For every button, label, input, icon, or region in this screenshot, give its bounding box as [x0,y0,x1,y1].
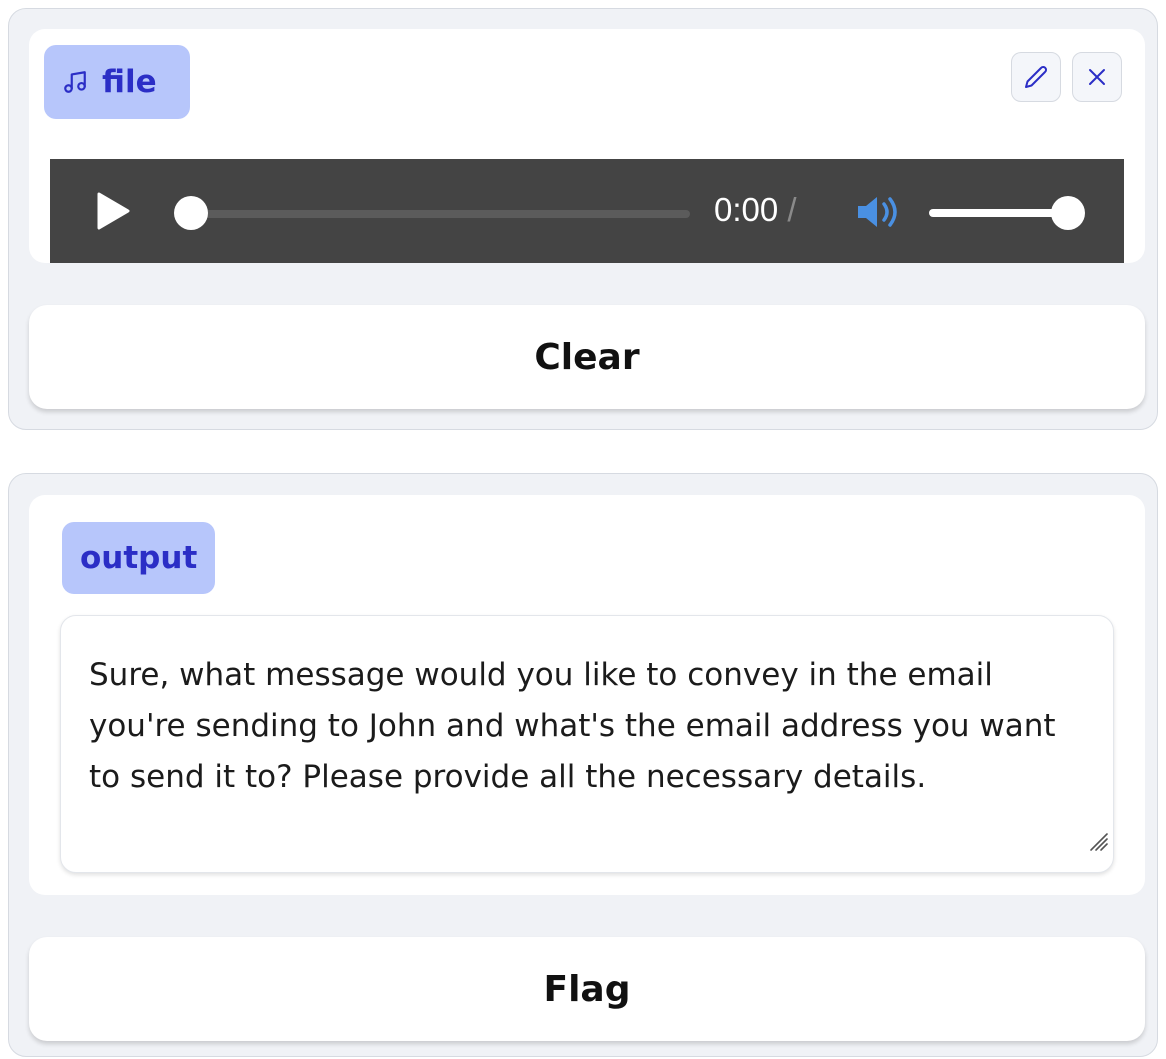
seek-thumb[interactable] [174,196,208,230]
clear-button[interactable]: Clear [29,305,1145,409]
play-icon [96,192,130,230]
music-note-icon [62,69,88,95]
mute-button[interactable] [855,193,901,231]
pencil-icon [1024,65,1048,89]
output-text: Sure, what message would you like to con… [89,657,1056,795]
play-button[interactable] [96,192,130,230]
edit-button[interactable] [1011,52,1061,102]
volume-icon [855,193,901,231]
volume-slider[interactable] [929,209,1069,217]
output-label-chip: output [62,522,216,594]
time-separator: / [787,191,797,228]
close-icon [1085,65,1109,89]
input-panel: file 0:00 / Clear [8,8,1158,430]
flag-button[interactable]: Flag [29,937,1145,1041]
output-label: output [80,540,198,576]
output-card: output Sure, what message would you like… [29,495,1145,895]
current-time: 0:00 [714,191,779,228]
file-label: file [102,64,157,100]
time-display: 0:00 / [714,191,797,229]
output-textbox[interactable]: Sure, what message would you like to con… [60,615,1114,873]
close-button[interactable] [1072,52,1122,102]
seek-bar[interactable] [198,210,690,218]
output-panel: output Sure, what message would you like… [8,473,1158,1057]
file-label-chip: file [44,45,190,119]
audio-input-card: file 0:00 / [29,29,1145,263]
resize-handle-icon[interactable] [1087,817,1109,868]
volume-thumb[interactable] [1051,196,1085,230]
audio-player: 0:00 / [50,159,1124,263]
